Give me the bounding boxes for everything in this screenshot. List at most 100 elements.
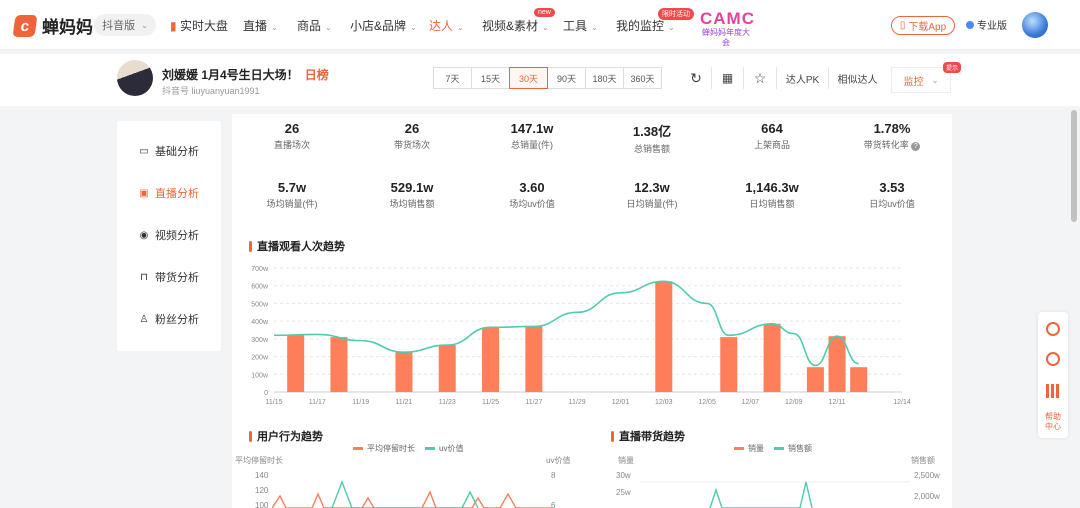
behavior-tick: 140 — [255, 471, 269, 480]
watch-bar[interactable] — [806, 367, 824, 392]
watch-bar[interactable] — [330, 337, 348, 392]
download-app-button[interactable]: ▯ 下载App — [891, 16, 955, 35]
range-360d[interactable]: 360天 — [623, 67, 662, 89]
watch-bar[interactable] — [287, 335, 305, 392]
y-tick-label: 200w — [251, 355, 269, 362]
monitor-label: 监控 — [903, 76, 924, 88]
x-tick-label: 12/14 — [893, 399, 911, 406]
compare-pk-button[interactable]: 达人PK — [776, 67, 828, 89]
rank-tag: 日榜 — [304, 68, 329, 82]
stat-label: 日均销量(件) — [626, 199, 678, 209]
scrollbar-thumb[interactable] — [1071, 110, 1077, 222]
legend-label[interactable]: 平均停留时长 — [367, 443, 415, 454]
x-tick-label: 12/11 — [829, 399, 846, 406]
watch-bar[interactable] — [525, 326, 543, 392]
nav-item-influencer[interactable]: 达人 ⌄ — [429, 17, 464, 34]
nav-item-realtime[interactable]: ▮ 实时大盘 — [170, 17, 228, 34]
legend-swatch-uv — [425, 447, 435, 450]
watch-bar[interactable] — [828, 336, 846, 392]
qr-code-icon[interactable] — [1046, 384, 1060, 398]
sidebar-item-sales[interactable]: ⊓ 带货分析 — [139, 269, 199, 285]
refresh-button[interactable]: ↻ — [681, 67, 711, 89]
stat-label: 带货场次 — [393, 140, 430, 150]
legend-label[interactable]: 销售额 — [788, 443, 812, 454]
chat-icon[interactable] — [1046, 352, 1060, 366]
help-icon[interactable]: ? — [911, 142, 921, 151]
legend-swatch-stay — [353, 447, 363, 450]
watch-bar[interactable] — [438, 345, 456, 392]
sidebar-item-live[interactable]: ▣ 直播分析 — [139, 185, 199, 201]
watch-bar[interactable] — [655, 281, 673, 392]
influencer-avatar[interactable] — [117, 60, 153, 96]
stat-label: 直播场次 — [273, 140, 310, 150]
legend-label[interactable]: uv价值 — [439, 443, 463, 454]
range-90d[interactable]: 90天 — [547, 67, 586, 89]
range-30d[interactable]: 30天 — [509, 67, 548, 89]
range-180d[interactable]: 180天 — [585, 67, 624, 89]
legend-label[interactable]: 销量 — [748, 443, 764, 454]
range-7d[interactable]: 7天 — [433, 67, 472, 89]
watch-bar[interactable] — [850, 367, 868, 392]
watch-bar[interactable] — [482, 327, 500, 392]
top-navigation-bar: c 蝉妈妈 抖音版 ⌄ ▮ 实时大盘 直播 ⌄ 商品 ⌄ 小店&品牌 ⌄ 达人 ⌄ 视频… — [0, 0, 1080, 50]
nav-item-tools[interactable]: 工具 ⌄ — [563, 17, 598, 34]
event-logo-subtitle: 蝉妈妈年度大会 — [702, 28, 750, 47]
watch-bar[interactable] — [720, 337, 738, 392]
nav-item-video-material[interactable]: 视频&素材 ⌄ new — [482, 8, 555, 34]
watch-bar[interactable] — [763, 323, 781, 392]
chevron-down-icon: ⌄ — [271, 23, 278, 32]
behavior-left-axis-title: 平均停留时长 — [235, 456, 283, 465]
sales-trend-title: 直播带货趋势 — [611, 428, 685, 444]
nav-item-store-brand[interactable]: 小店&品牌 ⌄ — [350, 17, 417, 34]
stat-avg-revenue: 529.1w 场均销售额 — [362, 180, 462, 210]
behavior-trend-title: 用户行为趋势 — [249, 428, 323, 444]
sidebar-item-fans[interactable]: ♙ 粉丝分析 — [139, 311, 199, 327]
influencer-name: 刘媛媛 1月4号生日大场！ 日榜 — [162, 66, 329, 83]
legend-swatch-volume — [734, 447, 744, 450]
watch-bar[interactable] — [395, 352, 413, 392]
qr-code-button[interactable]: ▦ — [711, 67, 743, 89]
stat-value: 529.1w — [390, 180, 434, 195]
sales-legend: 销量 销售额 — [734, 443, 812, 454]
pro-edition-badge[interactable]: 专业版 — [966, 17, 1007, 32]
help-center-link[interactable]: 帮助中心 — [1042, 412, 1064, 432]
similar-influencers-button[interactable]: 相似达人 — [828, 67, 886, 89]
section-marker — [249, 240, 252, 252]
promo-badge: 限时活动 — [658, 8, 694, 20]
range-15d[interactable]: 15天 — [471, 67, 510, 89]
sidebar-item-label: 带货分析 — [155, 272, 199, 284]
section-title-text: 直播观看人次趋势 — [257, 241, 345, 253]
stat-value: 1.78% — [873, 121, 911, 136]
service-icon[interactable] — [1046, 322, 1060, 336]
user-avatar[interactable] — [1022, 12, 1048, 38]
y-tick-label: 400w — [251, 319, 269, 326]
page-scrollbar[interactable] — [1070, 50, 1078, 508]
sidebar-item-label: 视频分析 — [155, 230, 199, 242]
nav-item-live[interactable]: 直播 ⌄ — [243, 17, 278, 34]
sidebar-item-video[interactable]: ◉ 视频分析 — [139, 227, 199, 243]
nav-item-goods[interactable]: 商品 ⌄ — [297, 17, 332, 34]
stat-value: 664 — [761, 121, 783, 136]
stat-value: 3.53 — [879, 180, 905, 195]
event-banner-logo[interactable]: CAMC 蝉妈妈年度大会 — [700, 10, 754, 48]
nav-item-my-monitor[interactable]: 我的监控 ⌄ 限时活动 — [616, 8, 694, 34]
influencer-profile-bar: 刘媛媛 1月4号生日大场！ 日榜 抖音号 liuyuanyuan1991 7天 1… — [0, 54, 1080, 106]
logo[interactable]: c 蝉妈妈 — [12, 13, 93, 38]
y-tick-label: 600w — [251, 284, 269, 291]
section-marker — [611, 430, 614, 442]
x-tick-label: 11/23 — [439, 399, 456, 406]
behavior-trend-chart — [272, 480, 552, 508]
stat-label: 上架商品 — [753, 140, 790, 150]
section-title-text: 直播带货趋势 — [619, 431, 685, 443]
monitor-dropdown[interactable]: 监控 ⌄ — [891, 67, 951, 93]
sales-trend-chart — [640, 481, 910, 508]
sales-tick: 25w — [616, 488, 631, 497]
chart-icon: ▭ — [139, 145, 149, 157]
stat-label: 日均销售额 — [749, 199, 795, 209]
stat-value: 1,146.3w — [745, 180, 799, 195]
edition-selector[interactable]: 抖音版 ⌄ — [94, 14, 156, 36]
star-icon: ☆ — [753, 69, 767, 86]
sidebar-item-basic[interactable]: ▭ 基础分析 — [139, 143, 199, 159]
favorite-button[interactable]: ☆ — [743, 67, 776, 89]
section-title-text: 用户行为趋势 — [257, 431, 323, 443]
